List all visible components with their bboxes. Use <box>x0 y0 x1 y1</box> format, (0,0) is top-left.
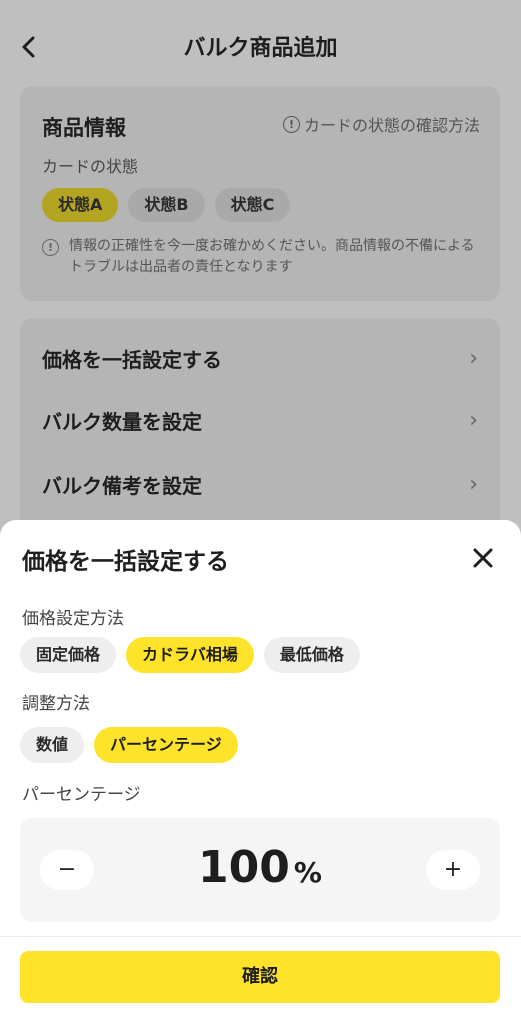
condition-chips: 状態A 状態B 状態C <box>42 188 291 222</box>
settings-row-label: バルク備考を設定 <box>42 473 202 498</box>
adjust-chip-percent[interactable]: パーセンテージ <box>94 727 238 763</box>
condition-label: カードの状態 <box>42 157 139 176</box>
notice: ! 情報の正確性を今一度お確かめください。商品情報の不備によるトラブルは出品者の… <box>42 236 482 278</box>
percent-label: パーセンテージ <box>22 785 141 805</box>
notice-text: 情報の正確性を今一度お確かめください。商品情報の不備によるトラブルは出品者の責任… <box>69 238 475 275</box>
method-chip-lowest[interactable]: 最低価格 <box>263 637 360 673</box>
close-icon[interactable] <box>469 544 497 572</box>
adjust-chip-number[interactable]: 数値 <box>20 727 85 763</box>
header: バルク商品追加 <box>0 0 521 92</box>
adjust-label: 調整方法 <box>22 694 90 714</box>
settings-row-notes[interactable]: バルク備考を設定 › <box>42 464 478 504</box>
product-info-title: 商品情報 <box>42 116 126 140</box>
condition-help-text: カードの状態の確認方法 <box>303 116 480 135</box>
chevron-right-icon: › <box>469 345 478 371</box>
method-chip-market[interactable]: カドラバ相場 <box>126 637 254 673</box>
chevron-right-icon: › <box>469 471 478 497</box>
condition-chip-b[interactable]: 状態B <box>128 188 205 222</box>
settings-row-label: バルク数量を設定 <box>42 409 202 434</box>
condition-help-link[interactable]: ! カードの状態の確認方法 <box>282 112 480 136</box>
settings-row-price[interactable]: 価格を一括設定する › <box>42 338 478 378</box>
condition-chip-a[interactable]: 状態A <box>42 188 119 222</box>
method-label: 価格設定方法 <box>22 609 124 629</box>
method-chips: 固定価格 カドラバ相場 最低価格 <box>20 637 360 673</box>
chevron-right-icon: › <box>469 407 478 433</box>
method-chip-fixed[interactable]: 固定価格 <box>20 637 117 673</box>
percent-stepper: − 100% + <box>20 818 500 922</box>
settings-card: 価格を一括設定する › バルク数量を設定 › バルク備考を設定 › <box>20 318 500 538</box>
sheet-title: 価格を一括設定する <box>22 549 229 575</box>
plus-button[interactable]: + <box>426 850 480 890</box>
bulk-price-sheet: 価格を一括設定する 価格設定方法 固定価格 カドラバ相場 最低価格 調整方法 数… <box>0 520 521 1024</box>
confirm-button[interactable]: 確認 <box>20 951 500 1003</box>
condition-chip-c[interactable]: 状態C <box>214 188 291 222</box>
percent-unit: % <box>293 856 322 889</box>
info-icon: ! <box>42 239 59 256</box>
page-title: バルク商品追加 <box>183 36 338 61</box>
info-icon: ! <box>282 115 300 133</box>
product-info-card: 商品情報 ! カードの状態の確認方法 カードの状態 状態A 状態B 状態C ! … <box>20 86 500 301</box>
settings-row-label: 価格を一括設定する <box>42 347 222 372</box>
settings-row-quantity[interactable]: バルク数量を設定 › <box>42 400 478 440</box>
percent-number: 100 <box>198 842 290 893</box>
adjust-chips: 数値 パーセンテージ <box>20 727 238 763</box>
divider <box>0 936 521 937</box>
